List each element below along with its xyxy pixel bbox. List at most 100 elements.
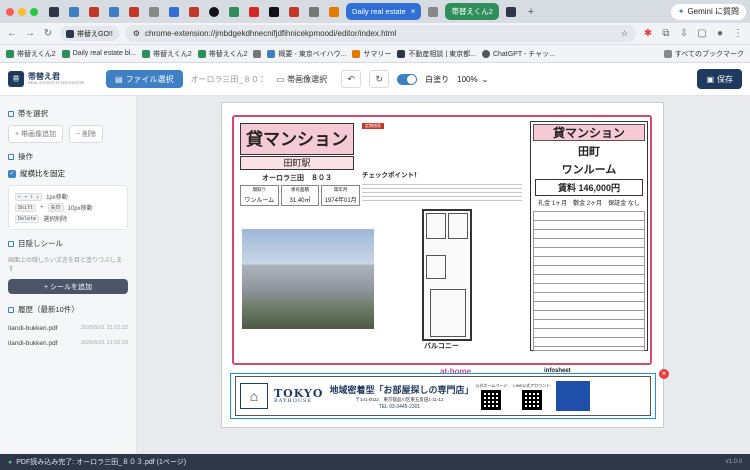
qr-code-icon — [521, 389, 542, 410]
extensions-icon[interactable]: ✱ — [642, 28, 654, 39]
bookmark-icon — [397, 49, 406, 58]
editor-canvas[interactable]: 貸マンション 田町駅 オーロラ三田 ８０３ 間取り ワンルーム 専有面積 31.40… — [137, 96, 750, 454]
tab-favicon[interactable] — [166, 5, 182, 19]
company-brand: TOKYO BAYHOUSE — [274, 387, 324, 404]
qr-code-icon — [481, 389, 502, 410]
bookmark-item[interactable]: Daily real estate bl... — [61, 49, 136, 58]
status-bar: ● PDF読み込み完了: オーロラ三田_８０３.pdf (1ページ) v1.0.… — [0, 454, 750, 470]
profile-avatar[interactable]: ● — [714, 28, 726, 39]
minimize-window-button[interactable] — [18, 7, 26, 16]
bookmark-item[interactable]: ChatGPT - チャッ... — [481, 49, 555, 59]
close-window-button[interactable] — [6, 7, 14, 16]
seal-section-title: 目隠しシール — [8, 238, 128, 249]
bookmarks-bar: 帯替えくん2 Daily real estate bl... 帯替えくん2 帯替… — [0, 45, 750, 63]
add-band-button[interactable]: + 帯画像追加 — [8, 125, 64, 143]
remove-band-close-icon[interactable]: × — [659, 369, 669, 379]
bookmark-icon — [267, 49, 276, 58]
tab-favicon[interactable] — [66, 5, 82, 19]
zoom-select[interactable]: 100% ⌄ — [457, 75, 488, 84]
grid-icon — [253, 49, 262, 58]
description-text-block — [362, 181, 522, 203]
promo-panel — [556, 381, 591, 411]
tab-favicon[interactable] — [126, 5, 142, 19]
detail-table — [533, 211, 645, 351]
line-qr: LINE公式アカウント — [513, 383, 550, 410]
bookmark-icon — [352, 49, 361, 58]
folder-icon — [663, 49, 672, 58]
bookmark-item[interactable]: 帯替えくん2 — [6, 49, 56, 59]
tab-obikae-kun[interactable]: 帯替えくん2 — [445, 3, 499, 20]
close-icon[interactable]: × — [411, 7, 416, 16]
download-icon[interactable]: ⇩ — [678, 28, 690, 39]
sidebar: 帯を選択 + 帯画像追加 − 削除 操作 ✓ 縦横比を固定 ← → ↑ ↓ 1px… — [0, 96, 137, 454]
bookmark-icon — [481, 49, 490, 58]
tab-favicon[interactable] — [503, 5, 519, 19]
history-item[interactable]: itandi-bukken.pdf 2026/5/21 21:02:19 — [8, 336, 128, 351]
maximize-window-button[interactable] — [30, 7, 38, 16]
flyer-frame: 貸マンション 田町駅 オーロラ三田 ８０３ 間取り ワンルーム 専有面積 31.40… — [232, 115, 652, 376]
menu-icon[interactable]: ⋮ — [732, 28, 744, 39]
save-button[interactable]: ▣ 保存 — [697, 69, 742, 89]
panel-rent: 賃料 146,000円 — [535, 179, 643, 196]
gemini-button[interactable]: ✦ Gemini に質問 — [670, 3, 746, 20]
reload-icon[interactable]: ↻ — [42, 28, 54, 39]
editor-toolbar: 帯 帯替え君 REAL ESTATE FLYER EDITOR ▤ ファイル選択… — [0, 63, 750, 96]
keep-ratio-checkbox[interactable]: ✓ 縦横比を固定 — [8, 168, 128, 179]
undo-button[interactable]: ↶ — [341, 70, 362, 88]
status-dot-icon: ● — [8, 458, 13, 466]
tab-favicon[interactable] — [326, 5, 342, 19]
tab-favicon[interactable] — [206, 5, 222, 19]
bookmark-item[interactable]: 不動産相談 | 東京都... — [397, 49, 476, 59]
all-bookmarks[interactable]: すべてのブックマーク — [663, 49, 744, 59]
file-select-button[interactable]: ▤ ファイル選択 — [106, 70, 183, 88]
tab-favicon[interactable] — [86, 5, 102, 19]
chevron-down-icon: ⌄ — [481, 74, 489, 84]
fixed-term-tag: 定期借家 — [362, 123, 384, 129]
seal-hint: 画面上の隠したい文言を目と塗りつぶします — [8, 258, 123, 273]
tab-favicon[interactable] — [425, 5, 441, 19]
building-photo — [242, 229, 374, 329]
bookmark-item[interactable]: 帯替えくん2 — [142, 49, 192, 59]
bookmark-icon — [6, 49, 14, 58]
tab-favicon[interactable] — [46, 5, 62, 19]
tab-daily-real-estate[interactable]: Daily real estate × — [346, 3, 422, 20]
history-item[interactable]: itandi-bukken.pdf 2026/5/21 21:02:32 — [8, 321, 128, 336]
tab-favicon[interactable] — [306, 5, 322, 19]
house-logo-icon: ⌂ — [240, 383, 268, 409]
tab-favicon[interactable] — [226, 5, 242, 19]
bookmark-item[interactable]: 概要 - 東京ベイハウ... — [267, 49, 346, 59]
delete-band-button[interactable]: − 削除 — [69, 125, 104, 143]
add-seal-button[interactable]: + シールを追加 — [8, 279, 128, 294]
bookmark-item[interactable] — [253, 49, 262, 58]
star-icon[interactable]: ☆ — [621, 29, 628, 38]
redo-icon: ↻ — [375, 73, 383, 84]
band-image: ⌂ TOKYO BAYHOUSE 地域密着型「お部屋探しの専門店」 〒141-0… — [235, 376, 651, 416]
new-tab-icon[interactable]: + — [523, 5, 539, 19]
tab-favicon[interactable] — [106, 5, 122, 19]
puzzle-icon[interactable]: ⧉ — [660, 28, 672, 39]
flyer-page[interactable]: 貸マンション 田町駅 オーロラ三田 ８０３ 間取り ワンルーム 専有面積 31.40… — [221, 102, 669, 428]
homepage-qr: 公式ホームページ — [475, 383, 507, 410]
bookmark-icon — [61, 49, 70, 58]
tab-favicon[interactable] — [266, 5, 282, 19]
tab-favicon[interactable] — [186, 5, 202, 19]
extension-chip[interactable]: 帯替えGO!! — [60, 26, 119, 41]
operations-section-title: 操作 — [8, 151, 128, 162]
bookmark-icon — [197, 49, 206, 58]
tab-favicon[interactable] — [246, 5, 262, 19]
redo-button[interactable]: ↻ — [369, 70, 390, 88]
tab-favicon[interactable] — [146, 5, 162, 19]
image-icon: ▭ — [276, 74, 285, 84]
white-fill-toggle[interactable] — [397, 73, 418, 85]
floorplan-room — [448, 213, 468, 239]
flyer-station: 田町駅 — [240, 156, 354, 170]
bookmark-item[interactable]: 帯替えくん2 — [197, 49, 247, 59]
tab-favicon[interactable] — [286, 5, 302, 19]
bookmark-item[interactable]: サマリー — [352, 49, 391, 59]
band-overlay[interactable]: ⌂ TOKYO BAYHOUSE 地域密着型「お部屋探しの専門店」 〒141-0… — [230, 373, 656, 419]
forward-arrow-icon[interactable]: → — [24, 28, 36, 39]
sidepanel-icon[interactable]: ▢ — [696, 28, 708, 39]
back-arrow-icon[interactable]: ← — [6, 28, 18, 39]
band-image-select-button[interactable]: ▭ 帯画像選択 — [271, 70, 334, 88]
url-field[interactable]: ⚙ chrome-extension://jmbdgekdhnecnifjdfi… — [124, 25, 636, 42]
